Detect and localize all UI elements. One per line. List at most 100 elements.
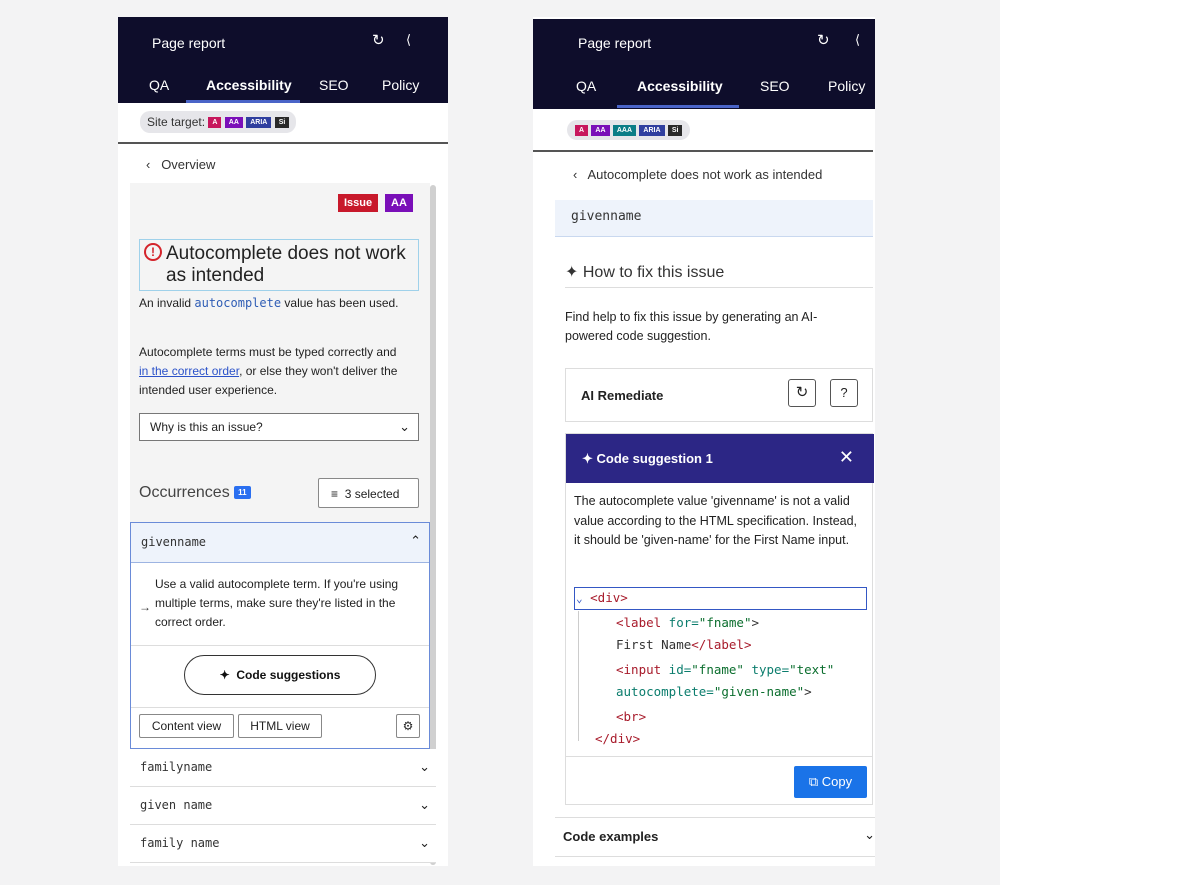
content-view-button[interactable]: Content view (139, 714, 234, 738)
code-token: for= (661, 615, 699, 630)
share-icon[interactable]: ⟨ (855, 32, 860, 48)
copy-button[interactable]: ⧉ Copy (794, 766, 867, 798)
level-tag: AA (385, 194, 413, 212)
filter-label: 3 selected (344, 487, 400, 501)
share-icon[interactable]: ⟨ (406, 32, 411, 48)
how-to-fix-label: How to fix this issue (582, 264, 725, 281)
active-tab-indicator (617, 105, 739, 108)
code-line-5: autocomplete="given-name"> (616, 681, 812, 703)
occurrence-tip: Use a valid autocomplete term. If you're… (155, 577, 399, 629)
settings-icon[interactable]: ⚙ (396, 714, 420, 738)
header: Page report ↻ ⟨ QA Accessibility SEO Pol… (118, 17, 448, 103)
chevron-down-icon[interactable]: ⌄ (576, 592, 583, 605)
badge-a: A (208, 117, 222, 129)
code-suggestions-label: Code suggestions (236, 668, 341, 682)
active-tab-indicator (186, 100, 300, 103)
divider (533, 150, 873, 152)
tab-policy[interactable]: Policy (382, 77, 419, 93)
code-token: "fname" (691, 662, 744, 677)
tab-qa[interactable]: QA (576, 78, 596, 94)
occurrences-label: Occurrences (139, 484, 230, 501)
tab-qa[interactable]: QA (149, 77, 169, 93)
issue-description-1: An invalid autocomplete value has been u… (139, 294, 409, 313)
back-to-overview[interactable]: ‹ Overview (146, 157, 215, 172)
code-examples-row[interactable]: Code examples ⌄ (555, 817, 875, 857)
refresh-icon[interactable]: ↻ (372, 31, 385, 49)
occurrence-header[interactable]: givenname ⌃ (131, 523, 429, 563)
tab-accessibility[interactable]: Accessibility (206, 77, 292, 93)
code-examples-label: Code examples (563, 829, 659, 844)
issue-title: ! Autocomplete does not work as intended (139, 239, 419, 291)
code-line-2: <label for="fname"> (616, 612, 759, 634)
tab-accessibility[interactable]: Accessibility (637, 78, 723, 94)
code-token: First Name (616, 637, 692, 652)
ai-remediate-box: AI Remediate ↻ ? (565, 368, 873, 422)
refresh-icon[interactable]: ↻ (817, 31, 830, 49)
page-report-panel-right: Page report ↻ ⟨ QA Accessibility SEO Pol… (533, 17, 875, 866)
divider (131, 707, 429, 708)
regenerate-icon[interactable]: ↻ (788, 379, 816, 407)
code-autocomplete: autocomplete (194, 296, 282, 310)
tab-seo[interactable]: SEO (319, 77, 349, 93)
chevron-down-icon: ⌄ (419, 797, 430, 812)
tab-seo[interactable]: SEO (760, 78, 790, 94)
warning-icon: ! (144, 243, 162, 261)
help-icon[interactable]: ? (830, 379, 858, 407)
filter-button[interactable]: ≡ 3 selected (318, 478, 419, 508)
code-token: autocomplete= (616, 684, 714, 699)
code-token: "fname" (698, 615, 752, 630)
desc-text: An invalid (139, 296, 195, 310)
code-token: > (804, 684, 812, 699)
issue-tag: Issue (338, 194, 379, 212)
code-token: </label> (691, 637, 752, 652)
occurrence-row[interactable]: given name ⌄ (130, 787, 436, 825)
header-title: Page report (578, 35, 652, 51)
html-view-button[interactable]: HTML view (238, 714, 322, 738)
filter-icon: ≡ (331, 487, 339, 501)
why-issue-select[interactable]: Why is this an issue? ⌄ (139, 413, 419, 441)
desc-text: value has been used. (281, 296, 399, 310)
occurrence-row[interactable]: family name ⌄ (130, 825, 436, 863)
badge-a: A (575, 125, 589, 137)
code-line-7: </div> (595, 728, 640, 750)
occurrence-name: family name (140, 836, 220, 850)
chevron-left-icon: ‹ (146, 157, 151, 172)
chevron-down-icon: ⌄ (864, 827, 875, 842)
divider (565, 287, 873, 288)
chevron-left-icon: ‹ (573, 167, 578, 182)
code-token: <div> (590, 590, 628, 605)
code-suggestion-card: ✦ Code suggestion 1 ✕ The autocomplete v… (565, 433, 874, 805)
divider (566, 756, 872, 757)
occurrences-heading: Occurrences 11 (139, 484, 251, 502)
help-text: Find help to fix this issue by generatin… (565, 310, 818, 343)
code-line-6: <br> (616, 706, 646, 728)
correct-order-link[interactable]: in the correct order (139, 364, 239, 378)
badge-aria: ARIA (246, 117, 272, 129)
issue-description-2: Autocomplete terms must be typed correct… (139, 343, 409, 400)
badge-aa: AA (591, 125, 610, 137)
code-line-3: First Name</label> (616, 634, 751, 656)
badge-aaa: AAA (612, 125, 637, 137)
arrow-right-icon: → (139, 600, 151, 614)
code-token: type= (743, 662, 790, 677)
chevron-down-icon: ⌄ (419, 759, 430, 774)
copy-label: Copy (821, 774, 853, 789)
occurrence-row[interactable]: familyname ⌄ (130, 749, 436, 787)
code-token: "given-name" (713, 684, 805, 699)
code-token: <input (616, 662, 662, 677)
suggestion-title-text: Code suggestion 1 (596, 451, 713, 466)
why-issue-label: Why is this an issue? (150, 420, 263, 434)
site-target-pill: Site target: A AA ARIA Si (140, 111, 297, 133)
occurrence-expanded: givenname ⌃ → Use a valid autocomplete t… (130, 522, 430, 749)
close-icon[interactable]: ✕ (839, 447, 854, 468)
sparkle-icon: ✦ (582, 451, 593, 466)
site-target-label: Site target: (147, 115, 206, 129)
occurrences-count: 11 (234, 486, 251, 500)
code-token: id= (661, 662, 692, 677)
occurrence-name: familyname (140, 760, 213, 774)
divider (131, 645, 429, 646)
back-to-issue[interactable]: ‹ Autocomplete does not work as intended (573, 167, 822, 182)
code-suggestions-button[interactable]: ✦ Code suggestions (184, 655, 376, 695)
tab-policy[interactable]: Policy (828, 78, 865, 94)
badge-aa: AA (224, 117, 243, 129)
